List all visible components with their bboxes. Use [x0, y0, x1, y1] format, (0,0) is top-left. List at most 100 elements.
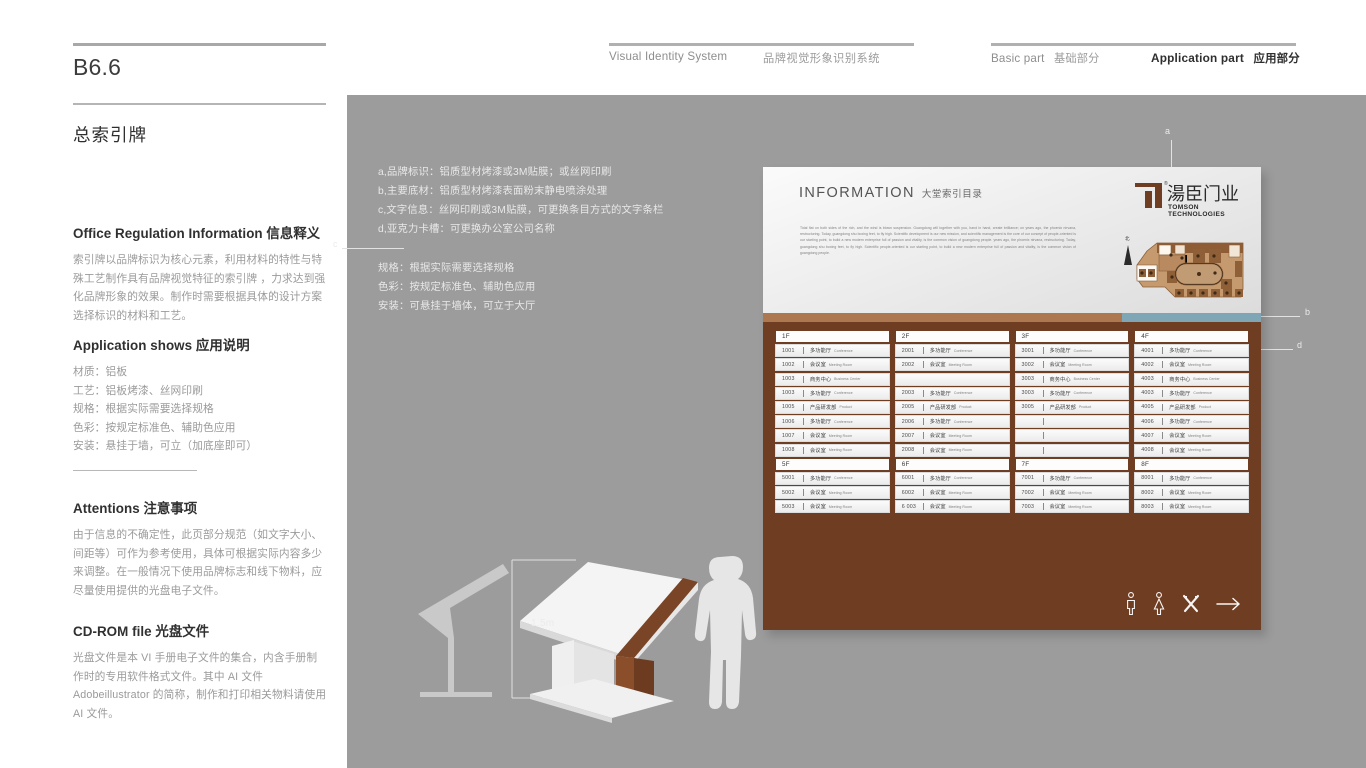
table-row[interactable]: 4008 会议室 Meeting Room: [1134, 443, 1249, 457]
floor-plan-map[interactable]: 北: [1123, 231, 1251, 307]
table-row[interactable]: 2008 会议室 Meeting Room: [894, 443, 1010, 457]
room-name-cn: 产品研发部: [1169, 404, 1196, 411]
table-row[interactable]: 4003 商务中心 Business Center: [1134, 372, 1249, 386]
table-row[interactable]: 2006 多功能厅 Conference: [894, 415, 1010, 429]
table-row[interactable]: 8002 会议室 Meeting Room: [1134, 486, 1249, 500]
table-row[interactable]: 1007 会议室 Meeting Room: [775, 429, 890, 443]
table-row[interactable]: 6 003 会议室 Meeting Room: [894, 500, 1010, 514]
header-rule-left: [609, 43, 914, 46]
table-row[interactable]: 4001 多功能厅 Conference: [1134, 344, 1249, 358]
sidebar: B6.6 总索引牌 Office Regulation Information …: [73, 0, 328, 768]
table-row[interactable]: 8001 多功能厅 Conference: [1134, 471, 1249, 485]
row-divider: [922, 403, 924, 411]
logo-wordmark-en: TOMSON TECHNOLOGIES: [1168, 204, 1225, 218]
table-row[interactable]: 1008 会议室 Meeting Room: [775, 443, 890, 457]
room-number: 1008: [782, 447, 795, 453]
table-row[interactable]: 2007 会议室 Meeting Room: [894, 429, 1010, 443]
table-row[interactable]: 4002 会议室 Meeting Room: [1134, 358, 1249, 372]
table-row[interactable]: 3003 多功能厅 Conference: [1014, 386, 1130, 400]
signage-board[interactable]: INFORMATION 大堂索引目录 Tidal flat on both sid…: [763, 167, 1261, 630]
room-number: 4002: [1141, 361, 1154, 368]
row-divider: [803, 403, 804, 411]
header-item-en: Basic part: [991, 52, 1045, 65]
sign-title-en: INFORMATION: [799, 185, 915, 201]
room-name-cn: 会议室: [1169, 447, 1186, 454]
table-row[interactable]: 3003 商务中心 Business Center: [1014, 372, 1130, 386]
room-name-cn: 会议室: [929, 447, 946, 454]
room-name-cn: 会议室: [810, 490, 826, 497]
table-row[interactable]: 3002 会议室 Meeting Room: [1014, 358, 1130, 372]
table-row[interactable]: 7002 会议室 Meeting Room: [1014, 486, 1130, 500]
floor-header: 1F: [775, 330, 890, 343]
table-row[interactable]: 5002 会议室 Meeting Room: [775, 486, 890, 500]
sidebar-rule-section: [73, 470, 197, 472]
row-divider: [1042, 347, 1044, 355]
row-divider: [922, 347, 924, 355]
arrow-right-icon[interactable]: [1216, 596, 1242, 612]
table-row[interactable]: 2001 多功能厅 Conference: [894, 344, 1010, 358]
room-name-en: Meeting Room: [828, 433, 853, 438]
row-divider: [803, 489, 804, 497]
female-restroom-icon[interactable]: [1152, 592, 1166, 616]
table-row[interactable]: 8003 会议室 Meeting Room: [1134, 500, 1249, 514]
room-number: 8002: [1141, 489, 1154, 496]
logo-wordmark-cn: 湯臣门业: [1167, 184, 1239, 205]
header-item-visual-identity[interactable]: Visual Identity System: [609, 50, 727, 63]
section-application-shows: Application shows 应用说明 材质：铝板 工艺：铝板烤漆、丝网印…: [73, 334, 328, 456]
room-name-cn: 多功能厅: [1169, 348, 1191, 355]
restaurant-icon[interactable]: [1181, 594, 1201, 614]
table-row[interactable]: 6001 多功能厅 Conference: [894, 471, 1010, 485]
table-row[interactable]: 1002 会议室 Meeting Room: [775, 358, 890, 372]
row-divider: [1162, 418, 1164, 426]
row-divider: [1162, 361, 1164, 369]
table-row[interactable]: 4007 会议室 Meeting Room: [1134, 429, 1249, 443]
table-row[interactable]: 7001 多功能厅 Conference: [1014, 471, 1130, 485]
room-number: 1007: [782, 432, 795, 439]
illustration-svg: [418, 556, 757, 723]
row-divider: [803, 347, 804, 355]
room-name-cn: 会议室: [929, 490, 946, 497]
row-divider: [803, 361, 804, 369]
table-row[interactable]: 3005 产品研发部 Product: [1014, 400, 1130, 414]
table-row[interactable]: 4003 多功能厅 Conference: [1134, 386, 1249, 400]
table-row[interactable]: 2005 产品研发部 Product: [894, 400, 1010, 414]
table-row[interactable]: 1003 商务中心 Business Center: [775, 372, 890, 386]
table-row[interactable]: 4006 多功能厅 Conference: [1134, 415, 1249, 429]
room-name-en: Meeting Room: [1068, 490, 1092, 495]
table-row[interactable]: 5003 会议室 Meeting Room: [775, 500, 890, 514]
room-number: 5003: [782, 503, 795, 510]
table-row[interactable]: 7003 会议室 Meeting Room: [1014, 500, 1130, 514]
table-row[interactable]: 1003 多功能厅 Conference: [775, 386, 890, 400]
table-row[interactable]: 2003 多功能厅 Conference: [894, 386, 1010, 400]
spec-item-b: b,主要底材：铝质型材烤漆表面粉末静电喷涂处理: [378, 186, 608, 197]
floor-header: 2F: [894, 330, 1010, 343]
floor-header: 7F: [1014, 457, 1130, 471]
row-divider: [1162, 389, 1164, 397]
room-number: 3003: [1021, 376, 1035, 383]
male-restroom-icon[interactable]: [1125, 592, 1137, 616]
table-row[interactable]: 1005 产品研发部 Product: [775, 400, 890, 414]
table-row[interactable]: 1001 多功能厅 Conference: [775, 344, 890, 358]
room-name-cn: 会议室: [929, 504, 946, 511]
room-name-cn: 会议室: [810, 433, 826, 440]
table-row[interactable]: 4005 产品研发部 Product: [1134, 400, 1249, 414]
logo-mark-icon: [1135, 183, 1163, 208]
row-divider: [803, 418, 804, 426]
table-row[interactable]: 3001 多功能厅 Conference: [1014, 344, 1130, 358]
directory-column: 1F 1001 多功能厅 Conference 1002 会议室 Meeting Roo…: [775, 330, 890, 514]
pictogram-row: [1125, 592, 1242, 616]
header-item-application-part[interactable]: Application part 应用部分: [1151, 50, 1300, 66]
room-name-cn: 多功能厅: [810, 475, 832, 482]
row-divider: [803, 375, 804, 383]
room-number: 2007: [901, 432, 915, 439]
table-row[interactable]: 5001 多功能厅 Conference: [775, 471, 890, 485]
room-name-en: Product: [839, 405, 852, 410]
row-divider: [803, 503, 804, 511]
table-row[interactable]: 6002 会议室 Meeting Room: [894, 486, 1010, 500]
table-row[interactable]: 2002 会议室 Meeting Room: [894, 358, 1010, 372]
header-item-visual-identity-cn[interactable]: 品牌视觉形象识别系统: [763, 50, 880, 66]
room-name-en: Meeting Room: [1188, 504, 1212, 509]
header-item-basic-part[interactable]: Basic part 基础部分: [991, 50, 1100, 66]
room-number: 4006: [1141, 418, 1154, 425]
table-row[interactable]: 1006 多功能厅 Conference: [775, 415, 890, 429]
